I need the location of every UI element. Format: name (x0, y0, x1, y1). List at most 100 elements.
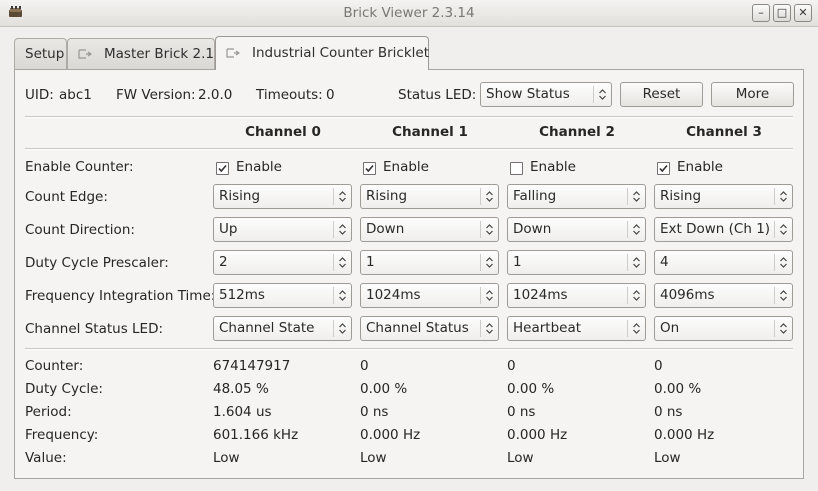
setting-select[interactable]: Falling (507, 184, 646, 209)
reading-value: 48.05 % (213, 381, 269, 397)
enable-checkbox[interactable] (363, 162, 376, 175)
setting-select[interactable]: 2 (213, 250, 352, 275)
maximize-icon: □ (776, 6, 788, 19)
setting-select[interactable]: Down (507, 217, 646, 242)
setting-select[interactable]: 4096ms (654, 283, 793, 308)
setting-select[interactable]: 1 (507, 250, 646, 275)
checkmark-icon (365, 164, 374, 173)
enable-checkbox[interactable] (216, 162, 229, 175)
setting-select[interactable]: Rising (360, 184, 499, 209)
reading-value: 0 (360, 358, 369, 374)
tab-connect-icon (78, 49, 92, 59)
enable-label[interactable]: Enable (530, 159, 576, 175)
setting-select-value: 1 (513, 254, 522, 270)
updown-chevron-icon (627, 254, 640, 271)
tab-setup[interactable]: Setup (14, 38, 67, 69)
updown-chevron-icon (774, 221, 787, 238)
setting-select-value: Channel State (219, 320, 315, 336)
window-title: Brick Viewer 2.3.14 (343, 5, 475, 21)
updown-chevron-icon (480, 287, 493, 304)
setting-select-value: 1024ms (513, 287, 568, 303)
enable-label[interactable]: Enable (383, 159, 429, 175)
updown-chevron-icon (774, 254, 787, 271)
tab-master-brick[interactable]: Master Brick 2.1 (67, 38, 215, 69)
title-bar: Brick Viewer 2.3.14 – □ ✕ (0, 0, 818, 27)
setting-select[interactable]: Heartbeat (507, 316, 646, 341)
reading-value: 0.00 % (507, 381, 555, 397)
more-button[interactable]: More (711, 82, 794, 107)
updown-chevron-icon (774, 320, 787, 337)
setting-select-value: 4096ms (660, 287, 715, 303)
setting-select-value: 2 (219, 254, 228, 270)
reading-value: 0 (654, 358, 663, 374)
setting-select[interactable]: Down (360, 217, 499, 242)
updown-chevron-icon (333, 287, 346, 304)
close-button[interactable]: ✕ (794, 4, 812, 22)
setting-select-value: Heartbeat (513, 320, 582, 336)
status-led-value: Show Status (486, 86, 570, 102)
setting-select[interactable]: 4 (654, 250, 793, 275)
setting-select-value: 4 (660, 254, 669, 270)
updown-chevron-icon (627, 188, 640, 205)
setting-select-value: 1024ms (366, 287, 421, 303)
tab-industrial-counter[interactable]: Industrial Counter Bricklet (215, 36, 429, 70)
setting-select[interactable]: Up (213, 217, 352, 242)
maximize-button[interactable]: □ (773, 4, 791, 22)
minimize-button[interactable]: – (752, 4, 770, 22)
updown-chevron-icon (333, 188, 346, 205)
reading-value: 0 ns (654, 404, 683, 420)
setting-select[interactable]: 1024ms (507, 283, 646, 308)
tab-label: Master Brick 2.1 (104, 46, 214, 62)
setting-select-value: Rising (660, 188, 702, 204)
setting-label: Frequency Integration Time: (25, 288, 216, 304)
setting-select-value: 1 (366, 254, 375, 270)
setting-select[interactable]: 512ms (213, 283, 352, 308)
reading-value: 0.000 Hz (654, 427, 715, 443)
reading-value: 0.000 Hz (507, 427, 568, 443)
setting-select-value: Ext Down (Ch 1) (660, 221, 771, 237)
enable-checkbox[interactable] (510, 162, 523, 175)
reading-value: Low (507, 450, 534, 466)
fw-label: FW Version: (116, 87, 196, 103)
setting-select-value: 512ms (219, 287, 265, 303)
enable-checkbox[interactable] (657, 162, 670, 175)
enable-label[interactable]: Enable (236, 159, 282, 175)
tab-connect-icon (226, 48, 240, 58)
channel-header: Channel 1 (392, 124, 468, 140)
setting-label: Count Edge: (25, 189, 108, 205)
updown-chevron-icon (333, 320, 346, 337)
reading-value: 674147917 (213, 358, 291, 374)
status-led-select[interactable]: Show Status (480, 82, 612, 107)
timeouts-value: 0 (326, 87, 335, 103)
setting-select-value: Rising (366, 188, 408, 204)
separator (25, 116, 793, 118)
setting-select[interactable]: 1024ms (360, 283, 499, 308)
checkmark-icon (659, 164, 668, 173)
updown-chevron-icon (774, 188, 787, 205)
timeouts-label: Timeouts: (256, 87, 323, 103)
setting-select[interactable]: 1 (360, 250, 499, 275)
reading-value: 0 (507, 358, 516, 374)
updown-chevron-icon (333, 221, 346, 238)
enable-counter-label: Enable Counter: (25, 159, 134, 175)
updown-chevron-icon (333, 254, 346, 271)
separator (25, 348, 793, 350)
setting-label: Channel Status LED: (25, 321, 164, 337)
setting-select[interactable]: Rising (213, 184, 352, 209)
updown-chevron-icon (480, 320, 493, 337)
uid-label: UID: (25, 87, 54, 103)
close-icon: ✕ (798, 6, 808, 19)
setting-select[interactable]: Channel State (213, 316, 352, 341)
setting-select[interactable]: On (654, 316, 793, 341)
fw-value: 2.0.0 (198, 87, 233, 103)
setting-select[interactable]: Rising (654, 184, 793, 209)
enable-label[interactable]: Enable (677, 159, 723, 175)
reset-button[interactable]: Reset (620, 82, 703, 107)
reading-value: 0 ns (507, 404, 536, 420)
reading-label: Value: (25, 450, 67, 466)
updown-chevron-icon (627, 320, 640, 337)
updown-chevron-icon (480, 221, 493, 238)
setting-select[interactable]: Channel Status (360, 316, 499, 341)
setting-select[interactable]: Ext Down (Ch 1) (654, 217, 793, 242)
minimize-icon: – (758, 6, 764, 19)
